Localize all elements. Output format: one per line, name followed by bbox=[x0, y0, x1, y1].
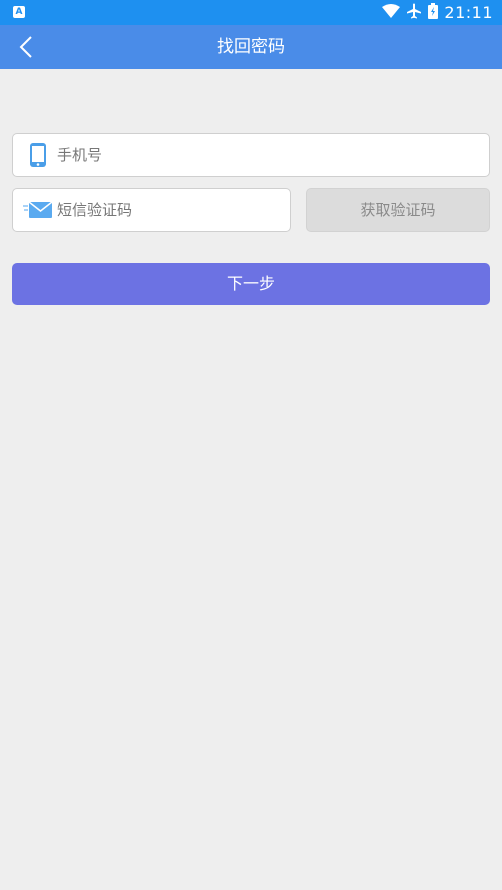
sms-code-field[interactable] bbox=[12, 188, 291, 232]
phone-field[interactable] bbox=[12, 133, 490, 177]
airplane-icon bbox=[406, 3, 422, 23]
clock-time: 21:11 bbox=[444, 3, 493, 22]
phone-input[interactable] bbox=[57, 134, 489, 176]
sms-code-input[interactable] bbox=[57, 189, 290, 231]
app-bar: 找回密码 bbox=[0, 25, 502, 69]
next-step-button[interactable]: 下一步 bbox=[12, 263, 490, 305]
get-code-button[interactable]: 获取验证码 bbox=[306, 188, 490, 232]
envelope-icon bbox=[23, 195, 53, 225]
status-bar: A 21:11 bbox=[0, 0, 502, 25]
wifi-icon bbox=[382, 3, 401, 22]
page-title: 找回密码 bbox=[217, 37, 285, 57]
app-notification-icon: A bbox=[13, 6, 25, 18]
battery-icon bbox=[428, 2, 439, 23]
status-icons: 21:11 bbox=[382, 0, 493, 25]
phone-icon bbox=[23, 140, 53, 170]
